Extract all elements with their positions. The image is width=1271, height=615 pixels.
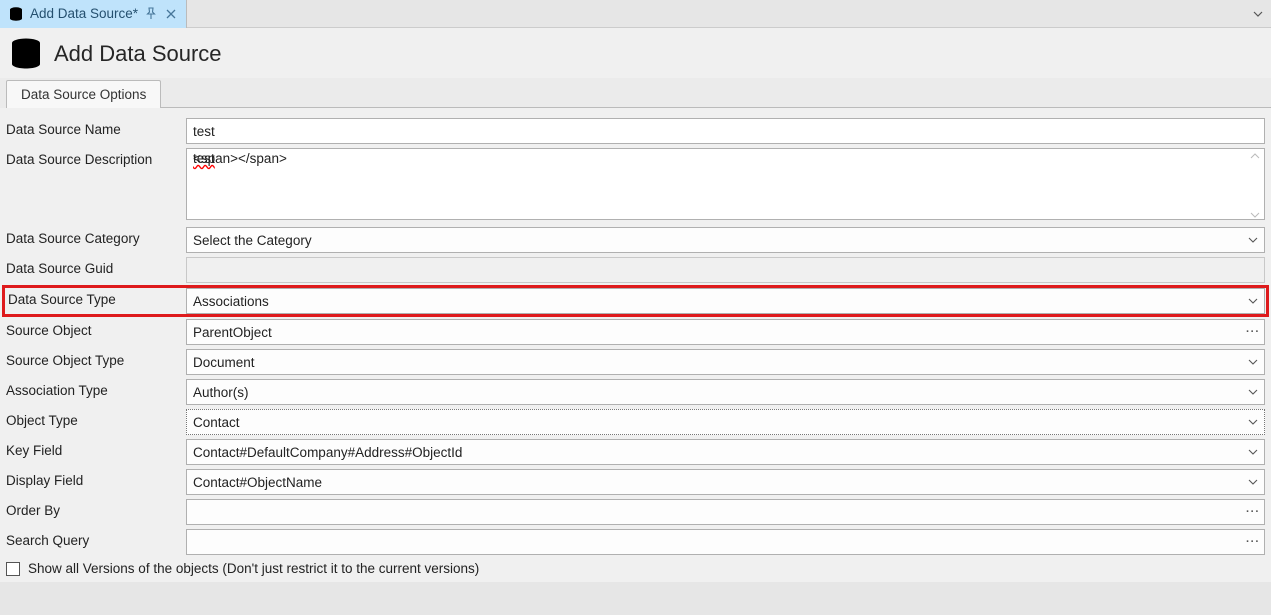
source-object-type-dropdown[interactable]: Document — [186, 349, 1265, 375]
label-source-object-type: Source Object Type — [6, 349, 176, 375]
chevron-down-icon — [1246, 475, 1260, 489]
search-query-picker[interactable]: ··· — [186, 529, 1265, 555]
inner-tabstrip: Data Source Options — [0, 78, 1271, 108]
data-source-category-dropdown[interactable]: Select the Category — [186, 227, 1265, 253]
label-order-by: Order By — [6, 499, 176, 525]
label-data-source-category: Data Source Category — [6, 227, 176, 253]
tab-data-source-options[interactable]: Data Source Options — [6, 80, 161, 108]
display-field-dropdown[interactable]: Contact#ObjectName — [186, 469, 1265, 495]
window-tabstrip: Add Data Source* — [0, 0, 1271, 28]
dropdown-value: Contact#ObjectName — [193, 475, 322, 490]
label-data-source-type: Data Source Type — [6, 288, 176, 314]
label-display-field: Display Field — [6, 469, 176, 495]
tab-label: Data Source Options — [21, 87, 146, 102]
label-association-type: Association Type — [6, 379, 176, 405]
pin-icon[interactable] — [144, 7, 158, 21]
chevron-down-icon — [1246, 415, 1260, 429]
database-icon — [8, 7, 24, 21]
checkbox-icon — [6, 562, 20, 576]
data-source-description-textarea[interactable]: <span></span> — [186, 148, 1265, 220]
dropdown-value: Document — [193, 355, 255, 370]
label-search-query: Search Query — [6, 529, 176, 555]
dropdown-value: Select the Category — [193, 233, 312, 248]
show-all-versions-checkbox[interactable]: Show all Versions of the objects (Don't … — [6, 561, 1265, 576]
data-source-type-dropdown[interactable]: Associations — [186, 288, 1265, 314]
label-data-source-description: Data Source Description — [6, 148, 176, 167]
label-data-source-name: Data Source Name — [6, 118, 176, 144]
ellipsis-icon: ··· — [1246, 325, 1260, 339]
ellipsis-icon: ··· — [1246, 505, 1260, 519]
close-icon[interactable] — [164, 7, 178, 21]
chevron-down-icon — [1246, 385, 1260, 399]
data-source-name-input[interactable] — [186, 118, 1265, 144]
label-object-type: Object Type — [6, 409, 176, 435]
highlighted-row-data-source-type: Data Source Type Associations — [4, 287, 1267, 315]
label-key-field: Key Field — [6, 439, 176, 465]
picker-value: ParentObject — [193, 325, 272, 340]
ellipsis-icon: ··· — [1246, 535, 1260, 549]
chevron-down-icon — [1246, 355, 1260, 369]
dropdown-value: Contact#DefaultCompany#Address#ObjectId — [193, 445, 462, 460]
database-icon — [8, 38, 44, 70]
source-object-picker[interactable]: ParentObject ··· — [186, 319, 1265, 345]
page-title: Add Data Source — [54, 41, 222, 67]
document-tab[interactable]: Add Data Source* — [0, 0, 187, 28]
label-source-object: Source Object — [6, 319, 176, 345]
page-header: Add Data Source — [0, 28, 1271, 78]
document-tab-title: Add Data Source* — [30, 6, 138, 21]
chevron-down-icon — [1246, 445, 1260, 459]
tabstrip-overflow-caret-icon[interactable] — [1251, 7, 1265, 21]
chevron-down-icon — [1246, 233, 1260, 247]
chevron-down-icon — [1246, 294, 1260, 308]
dropdown-value: Author(s) — [193, 385, 249, 400]
checkbox-label: Show all Versions of the objects (Don't … — [28, 561, 479, 576]
association-type-dropdown[interactable]: Author(s) — [186, 379, 1265, 405]
label-data-source-guid: Data Source Guid — [6, 257, 176, 283]
data-source-guid-readonly — [186, 257, 1265, 283]
key-field-dropdown[interactable]: Contact#DefaultCompany#Address#ObjectId — [186, 439, 1265, 465]
dropdown-value: Contact — [193, 415, 240, 430]
order-by-picker[interactable]: ··· — [186, 499, 1265, 525]
dropdown-value: Associations — [193, 294, 269, 309]
form: Data Source Name Data Source Description… — [0, 108, 1271, 582]
object-type-dropdown[interactable]: Contact — [186, 409, 1265, 435]
